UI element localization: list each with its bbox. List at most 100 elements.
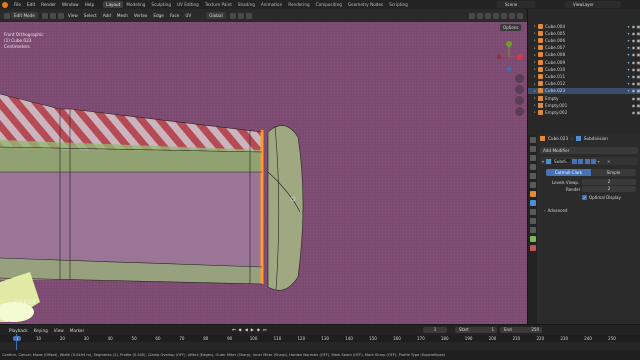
ortho-grid-icon[interactable] [515,107,524,116]
orientation-dropdown[interactable]: Global [206,12,226,19]
face-select-icon[interactable] [57,12,64,19]
gizmo-y-axis[interactable] [506,66,512,72]
output-tab-icon[interactable] [529,155,536,161]
render-levels-field[interactable]: 2 [582,186,636,192]
menu-view[interactable]: View [51,328,67,333]
3d-viewport[interactable]: Front Orthographic (1) Cube.023 Centimet… [0,22,527,324]
modifier-tab-icon[interactable] [529,200,536,206]
tab-uv-editing[interactable]: UV Editing [174,1,202,8]
menu-playback[interactable]: Playback [6,328,31,333]
scene-tab-icon[interactable] [529,173,536,179]
tab-sculpting[interactable]: Sculpting [148,1,174,8]
outliner-row[interactable]: ▸ Cube.007 ▾ ◉ ▣ [528,45,640,51]
camera-render-icon[interactable]: ▣ [636,74,640,79]
tab-modeling[interactable]: Modeling [123,1,148,8]
add-modifier-button[interactable]: Add Modifier [540,147,638,154]
editmode-toggle-icon[interactable] [571,158,577,164]
camera-render-icon[interactable]: ▣ [636,110,640,115]
view-layer-tab-icon[interactable] [529,164,536,170]
outliner-row[interactable]: ▸ Cube.010 ▾ ◉ ▣ [528,66,640,72]
zoom-icon[interactable] [515,74,524,83]
gizmo-neg-x[interactable] [496,54,502,60]
tab-layout[interactable]: Layout [103,1,124,8]
outliner-row[interactable]: ▸ Empty.001 ◉ ▣ [528,102,640,108]
viewport-toggle-icon[interactable] [584,158,590,164]
modifier-name-field[interactable]: Subdi... [552,158,571,164]
camera-render-icon[interactable]: ▣ [636,38,640,43]
menu-edge[interactable]: Edge [150,13,167,18]
jump-start-icon[interactable]: ⏮ [232,327,236,332]
menu-vertex[interactable]: Vertex [131,13,150,18]
outliner-row[interactable]: ▸ Cube.006 ▾ ◉ ▣ [528,37,640,43]
view-layer-selector[interactable]: ViewLayer [565,1,621,8]
visibility-icon[interactable] [469,12,475,19]
collapse-arrow-icon[interactable]: ▾ [542,159,544,164]
render-tab-icon[interactable] [529,146,536,152]
shading-rendered-icon[interactable] [517,12,523,19]
camera-render-icon[interactable]: ▣ [636,52,640,57]
gizmo-z-axis[interactable] [506,41,512,47]
camera-render-icon[interactable]: ▣ [636,45,640,50]
camera-view-icon[interactable] [515,96,524,105]
outliner-row[interactable]: ▸ Empty.002 ◉ ▣ [528,109,640,115]
xray-icon[interactable] [493,12,499,19]
simple-button[interactable]: Simple [591,169,636,176]
outliner-row[interactable]: ▸ Cube.023 ▾ ◉ ▣ [528,87,640,94]
play-reverse-icon[interactable]: ◀ [245,327,248,332]
outliner-row[interactable]: ▸ Cube.008 ▾ ◉ ▣ [528,52,640,58]
close-icon[interactable]: ✕ [607,159,610,164]
options-button[interactable]: Options [500,24,522,31]
levels-viewport-field[interactable]: 2 [582,179,636,185]
tab-compositing[interactable]: Compositing [313,1,345,8]
timeline-ruler[interactable]: 1102030405060708090100110120130140150160… [0,335,640,342]
material-tab-icon[interactable] [529,245,536,251]
camera-render-icon[interactable]: ▣ [636,81,640,86]
object-tab-icon[interactable] [529,191,536,197]
gizmo-toggle-icon[interactable] [477,12,483,19]
render-toggle-icon[interactable] [591,158,597,164]
menu-add[interactable]: Add [100,13,114,18]
tool-tab-icon[interactable] [529,137,536,143]
scene-selector[interactable]: Scene [497,1,535,8]
outliner-row[interactable]: ▸ Cube.005 ▾ ◉ ▣ [528,30,640,36]
menu-window[interactable]: Window [59,2,82,7]
world-tab-icon[interactable] [529,182,536,188]
outliner-row[interactable]: ▸ Cube.009 ▾ ◉ ▣ [528,59,640,65]
menu-view[interactable]: View [65,13,81,18]
blender-logo-icon[interactable] [2,1,8,8]
next-key-icon[interactable]: ◆ [257,327,260,332]
pan-hand-icon[interactable] [515,85,524,94]
end-frame-field[interactable]: End 250 [500,327,542,333]
menu-render[interactable]: Render [38,2,59,7]
camera-render-icon[interactable]: ▣ [636,103,640,108]
data-tab-icon[interactable] [529,236,536,242]
camera-render-icon[interactable]: ▣ [636,24,640,29]
tab-texture-paint[interactable]: Texture Paint [202,1,235,8]
constraints-tab-icon[interactable] [529,227,536,233]
playhead[interactable] [16,334,17,351]
prev-key-icon[interactable]: ◆ [239,327,242,332]
tab-animation[interactable]: Animation [258,1,285,8]
menu-uv[interactable]: UV [182,13,194,18]
camera-render-icon[interactable]: ▣ [636,60,640,65]
play-icon[interactable]: ▶ [251,327,254,332]
tab-geometry-nodes[interactable]: Geometry Nodes [345,1,386,8]
overlay-toggle-icon[interactable] [485,12,491,19]
menu-select[interactable]: Select [81,13,100,18]
camera-render-icon[interactable]: ▣ [636,31,640,36]
dropdown-chevron-icon[interactable]: ▾ [598,159,600,164]
menu-face[interactable]: Face [167,13,182,18]
editor-type-icon[interactable] [4,12,10,19]
shading-material-icon[interactable] [509,12,515,19]
outliner-row[interactable]: ▸ Cube.011 ▾ ◉ ▣ [528,73,640,79]
tab-shading[interactable]: Shading [235,1,258,8]
menu-file[interactable]: File [11,2,24,7]
menu-marker[interactable]: Marker [67,328,87,333]
proportional-edit-icon[interactable] [245,12,252,19]
menu-keying[interactable]: Keying [31,328,51,333]
tab-rendering[interactable]: Rendering [285,1,312,8]
jump-end-icon[interactable]: ⏭ [263,327,267,332]
tab-scripting[interactable]: Scripting [386,1,411,8]
mode-dropdown[interactable]: Edit Mode [11,12,38,19]
outliner-row[interactable]: ▸ Cube.012 ▾ ◉ ▣ [528,81,640,87]
